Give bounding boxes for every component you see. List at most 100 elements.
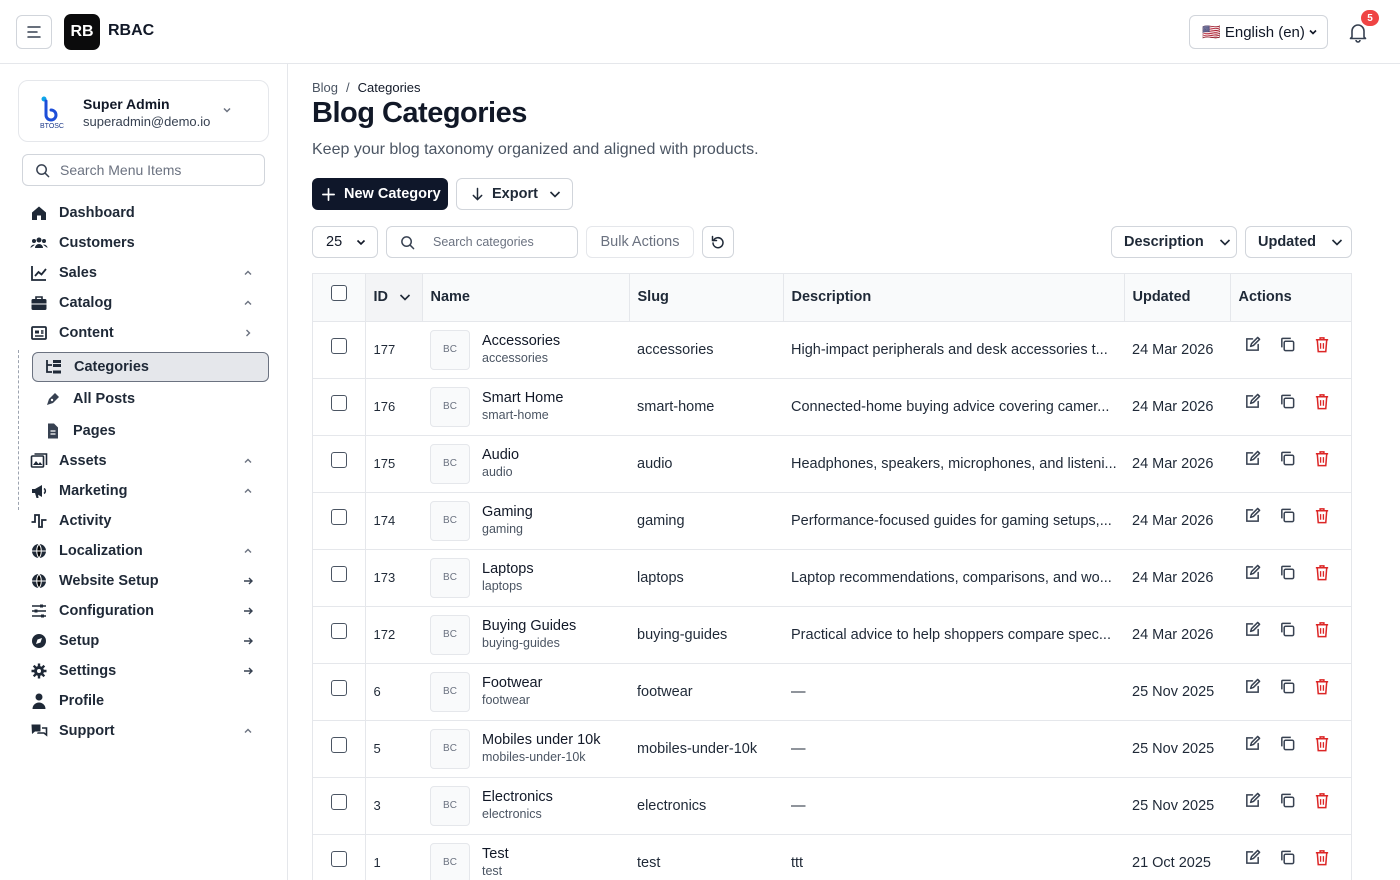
row-name[interactable]: Footwear (482, 675, 542, 692)
duplicate-button[interactable] (1279, 850, 1296, 866)
edit-button[interactable] (1244, 621, 1261, 638)
sidebar-search-input[interactable]: Search Menu Items (22, 154, 265, 186)
delete-button[interactable] (1314, 508, 1330, 524)
sidebar-item-setup[interactable]: Setup (30, 626, 264, 656)
bulk-actions-button[interactable]: Bulk Actions (586, 226, 694, 258)
sidebar-item-localization[interactable]: Localization (30, 536, 264, 566)
id-column-header[interactable]: ID (365, 274, 423, 322)
sidebar-item-label: Configuration (59, 603, 155, 619)
new-category-button[interactable]: New Category (312, 178, 448, 210)
row-checkbox[interactable] (330, 394, 347, 411)
export-label: Export (492, 186, 538, 202)
sidebar-item-profile[interactable]: Profile (30, 686, 264, 716)
delete-button[interactable] (1314, 565, 1330, 581)
sidebar-item-assets[interactable]: Assets (30, 446, 264, 476)
arrow-right-icon (244, 577, 253, 585)
duplicate-button[interactable] (1279, 451, 1296, 467)
sidebar-item-activity[interactable]: Activity (30, 506, 264, 536)
edit-button[interactable] (1244, 393, 1261, 410)
sidebar-subitem-all-posts[interactable]: All Posts (44, 384, 269, 414)
duplicate-button[interactable] (1279, 679, 1296, 695)
sidebar-subitem-categories[interactable]: Categories (32, 352, 269, 382)
breadcrumb-blog-link[interactable]: Blog (312, 80, 338, 95)
updated-column-toggle[interactable]: Updated (1245, 226, 1352, 258)
row-checkbox[interactable] (330, 793, 347, 810)
slug-column-header[interactable]: Slug (629, 274, 784, 322)
edit-button[interactable] (1244, 336, 1261, 353)
delete-button[interactable] (1314, 622, 1330, 638)
sidebar-item-content[interactable]: Content (30, 318, 264, 348)
duplicate-button[interactable] (1279, 508, 1296, 524)
row-name-slug: laptops (482, 578, 523, 593)
delete-button[interactable] (1314, 850, 1330, 866)
name-column-header[interactable]: Name (422, 274, 630, 322)
user-card[interactable]: BTOSC Super Admin superadmin@demo.io (18, 80, 269, 142)
language-select[interactable]: 🇺🇸 English (en) (1189, 15, 1328, 49)
delete-button[interactable] (1314, 451, 1330, 467)
sidebar-item-catalog[interactable]: Catalog (30, 288, 264, 318)
row-name[interactable]: Buying Guides (482, 618, 576, 635)
chevron-up-icon (244, 488, 252, 493)
duplicate-button[interactable] (1279, 793, 1296, 809)
delete-button[interactable] (1314, 679, 1330, 695)
row-name[interactable]: Laptops (482, 561, 534, 578)
row-select-cell (313, 435, 366, 493)
edit-button[interactable] (1244, 792, 1261, 809)
row-name[interactable]: Gaming (482, 504, 533, 521)
updated-column-header[interactable]: Updated (1124, 274, 1231, 322)
megaphone-icon (32, 485, 47, 498)
row-name[interactable]: Mobiles under 10k (482, 732, 601, 749)
sidebar-item-sales[interactable]: Sales (30, 258, 264, 288)
row-name[interactable]: Test (482, 846, 509, 863)
menu-toggle-button[interactable] (16, 15, 52, 49)
row-name[interactable]: Electronics (482, 789, 553, 806)
row-name[interactable]: Smart Home (482, 390, 563, 407)
row-checkbox[interactable] (330, 622, 347, 639)
select-all-checkbox[interactable] (330, 285, 347, 302)
delete-button[interactable] (1314, 394, 1330, 410)
row-name-cell: BC Smart Home smart-home (422, 378, 629, 436)
row-checkbox[interactable] (330, 850, 347, 867)
row-checkbox[interactable] (330, 337, 347, 354)
sidebar-item-configuration[interactable]: Configuration (30, 596, 264, 626)
row-id: 175 (365, 435, 422, 493)
app-logo: RB (64, 14, 100, 50)
duplicate-button[interactable] (1279, 736, 1296, 752)
reset-button[interactable] (702, 226, 734, 258)
category-thumbnail: BC (430, 785, 470, 826)
page-size-select[interactable]: 25 (312, 226, 378, 258)
edit-button[interactable] (1244, 507, 1261, 524)
sidebar-item-customers[interactable]: Customers (30, 228, 264, 258)
edit-button[interactable] (1244, 678, 1261, 695)
row-name[interactable]: Audio (482, 447, 519, 464)
row-checkbox[interactable] (330, 565, 347, 582)
description-column-header[interactable]: Description (783, 274, 1125, 322)
delete-button[interactable] (1314, 736, 1330, 752)
row-checkbox[interactable] (330, 508, 347, 525)
edit-button[interactable] (1244, 735, 1261, 752)
delete-button[interactable] (1314, 337, 1330, 353)
edit-button[interactable] (1244, 564, 1261, 581)
row-checkbox[interactable] (330, 679, 347, 696)
sidebar-item-dashboard[interactable]: Dashboard (30, 198, 264, 228)
description-column-toggle[interactable]: Description (1111, 226, 1237, 258)
row-checkbox[interactable] (330, 451, 347, 468)
edit-button[interactable] (1244, 849, 1261, 866)
sidebar-subitem-pages[interactable]: Pages (44, 416, 269, 446)
duplicate-button[interactable] (1279, 394, 1296, 410)
category-search-input[interactable]: Search categories (386, 226, 578, 258)
duplicate-button[interactable] (1279, 622, 1296, 638)
export-button[interactable]: Export (456, 178, 573, 210)
row-updated: 25 Nov 2025 (1124, 720, 1230, 778)
duplicate-button[interactable] (1279, 565, 1296, 581)
delete-button[interactable] (1314, 793, 1330, 809)
duplicate-button[interactable] (1279, 337, 1296, 353)
sidebar-item-marketing[interactable]: Marketing (30, 476, 264, 506)
sidebar-item-website-setup[interactable]: Website Setup (30, 566, 264, 596)
edit-button[interactable] (1244, 450, 1261, 467)
sidebar-subitem-label: Categories (74, 359, 149, 375)
sidebar-item-settings[interactable]: Settings (30, 656, 264, 686)
sidebar-item-support[interactable]: Support (30, 716, 264, 746)
row-name[interactable]: Accessories (482, 333, 560, 350)
row-checkbox[interactable] (330, 736, 347, 753)
